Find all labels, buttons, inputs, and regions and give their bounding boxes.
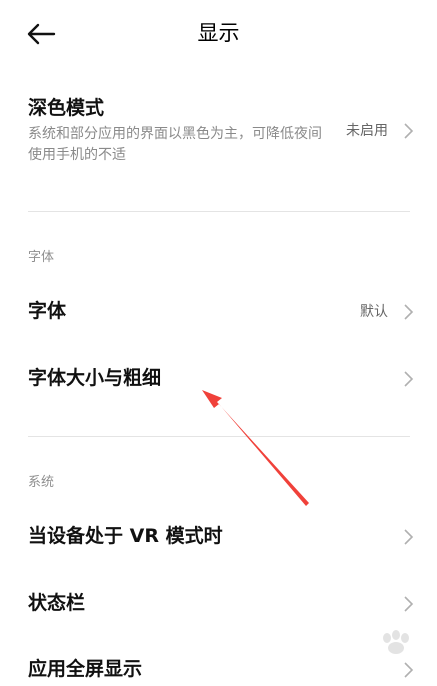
status-bar-title: 状态栏: [28, 592, 86, 614]
font-size-weight-item[interactable]: 字体大小与粗细: [28, 365, 414, 395]
chevron-right-icon: [404, 123, 414, 139]
dark-mode-item[interactable]: 深色模式 系统和部分应用的界面以黑色为主，可降低夜间使用手机的不适 未启用: [28, 95, 414, 175]
divider: [28, 436, 410, 437]
dark-mode-title: 深色模式: [28, 97, 105, 119]
vr-mode-item[interactable]: 当设备处于 VR 模式时: [28, 523, 414, 553]
font-size-weight-title: 字体大小与粗细: [28, 367, 162, 389]
dark-mode-description: 系统和部分应用的界面以黑色为主，可降低夜间使用手机的不适: [28, 126, 322, 163]
vr-mode-title: 当设备处于 VR 模式时: [28, 525, 223, 547]
divider: [28, 211, 410, 212]
font-item[interactable]: 字体 默认: [28, 298, 414, 328]
chevron-right-icon: [404, 529, 414, 545]
section-label-font: 字体: [28, 250, 55, 265]
app-header: 显示: [0, 0, 437, 68]
chevron-right-icon: [404, 304, 414, 320]
dark-mode-value: 未启用: [346, 123, 388, 139]
font-item-value: 默认: [360, 304, 388, 320]
status-bar-item[interactable]: 状态栏: [28, 590, 414, 620]
chevron-right-icon: [404, 371, 414, 387]
watermark-logo-icon: [383, 630, 409, 654]
section-label-system: 系统: [28, 475, 55, 490]
annotation-arrow-shape: [202, 390, 309, 506]
font-item-title: 字体: [28, 300, 67, 322]
page-title: 显示: [197, 21, 240, 45]
chevron-right-icon: [404, 596, 414, 612]
